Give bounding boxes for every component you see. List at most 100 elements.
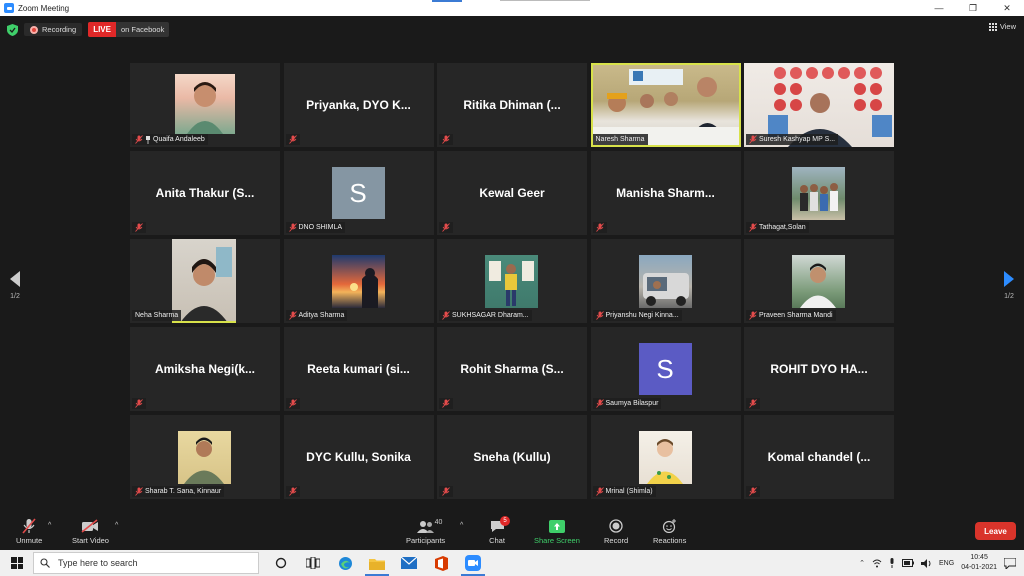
participant-tile[interactable]: Sneha (Kullu) xyxy=(437,415,587,499)
participant-tile[interactable]: S Saumya Bilaspur xyxy=(590,327,741,411)
participant-label xyxy=(439,134,453,145)
participant-tile[interactable]: DYC Kullu, Sonika xyxy=(283,415,434,499)
participant-tile[interactable]: Quaifa Andaleeb xyxy=(130,63,280,147)
muted-mic-icon xyxy=(442,223,450,232)
unmute-button[interactable]: Unmute xyxy=(16,518,42,545)
start-video-button[interactable]: Start Video xyxy=(72,518,109,545)
participant-tile[interactable]: S DNO SHIMLA xyxy=(283,151,434,235)
chat-button[interactable]: 5 Chat xyxy=(488,516,510,545)
participant-tile[interactable]: Tathagat,Solan xyxy=(744,151,894,235)
record-icon xyxy=(607,518,625,534)
participant-tile[interactable]: Priyanshu Negi Kinna... xyxy=(590,239,741,323)
page-prev-button[interactable]: 1/2 xyxy=(10,271,20,300)
participant-display-name: Manisha Sharm... xyxy=(616,186,715,200)
chat-icon: 5 xyxy=(488,516,510,534)
cortana-icon[interactable] xyxy=(265,550,297,576)
view-button[interactable]: View xyxy=(988,22,1016,31)
taskbar-clock[interactable]: 10:45 04-01-2021 xyxy=(961,553,997,573)
participant-video xyxy=(792,167,845,220)
page-next-button[interactable]: 1/2 xyxy=(1004,271,1014,300)
participant-tile[interactable]: Sharab T. Sana, Kinnaur xyxy=(130,415,280,499)
battery-icon[interactable] xyxy=(902,559,915,567)
mail-icon[interactable] xyxy=(393,550,425,576)
participant-display-name: Komal chandel (... xyxy=(767,450,871,464)
participant-tile[interactable]: Praveen Sharma Mandi xyxy=(744,239,894,323)
participants-count: 40 xyxy=(434,519,443,526)
participant-label xyxy=(132,222,146,233)
video-options-caret[interactable]: ^ xyxy=(115,522,118,529)
speaker-icon[interactable] xyxy=(921,558,932,568)
share-screen-button[interactable]: Share Screen xyxy=(534,518,580,545)
participant-label: Aditya Sharma xyxy=(285,310,348,321)
participant-label: Praveen Sharma Mandi xyxy=(746,310,836,321)
reactions-button[interactable]: Reactions xyxy=(653,518,686,545)
gallery-grid-icon xyxy=(988,22,997,31)
participant-tile[interactable]: Suresh Kashyap MP S... xyxy=(744,63,894,147)
participant-tile[interactable]: Ritika Dhiman (... xyxy=(437,63,587,147)
tray-expand-icon[interactable]: ⌃ xyxy=(859,559,865,567)
participant-name: Suresh Kashyap MP S... xyxy=(759,136,836,143)
taskbar-search-box[interactable]: Type here to search xyxy=(33,552,259,574)
participant-tile[interactable]: Priyanka, DYO K... xyxy=(283,63,434,147)
muted-mic-icon xyxy=(442,135,450,144)
live-badge: LIVE xyxy=(88,22,116,37)
share-screen-label: Share Screen xyxy=(534,536,580,545)
office-icon[interactable] xyxy=(425,550,457,576)
restore-button[interactable]: ❐ xyxy=(956,0,990,16)
live-stream-indicator[interactable]: LIVE on Facebook xyxy=(88,22,170,37)
zoom-taskbar-icon[interactable] xyxy=(457,550,489,576)
muted-mic-icon xyxy=(288,487,297,496)
recording-indicator[interactable]: Recording xyxy=(24,23,83,36)
task-view-icon[interactable] xyxy=(297,550,329,576)
participant-tile[interactable]: Reeta kumari (si... xyxy=(283,327,434,411)
muted-mic-icon xyxy=(749,223,757,232)
participant-tile[interactable]: Neha Sharma xyxy=(130,239,280,323)
participant-tile[interactable]: Mrinal (Shimla) xyxy=(590,415,741,499)
windows-start-icon[interactable] xyxy=(11,557,23,569)
participant-video xyxy=(331,255,385,308)
muted-mic-icon xyxy=(442,487,450,496)
audio-options-caret[interactable]: ^ xyxy=(48,522,51,529)
record-dot-icon xyxy=(30,25,38,34)
participants-label: Participants xyxy=(406,536,446,545)
muted-mic-icon xyxy=(135,487,143,496)
leave-meeting-button[interactable]: Leave xyxy=(975,522,1016,540)
participant-label: Quaifa Andaleeb xyxy=(132,134,208,145)
participant-tile[interactable]: Kewal Geer xyxy=(437,151,587,235)
reactions-icon xyxy=(661,518,679,534)
participant-tile-active-speaker[interactable]: Naresh Sharma xyxy=(590,63,741,147)
participant-tile[interactable]: Amiksha Negi(k... xyxy=(130,327,280,411)
participant-video xyxy=(178,431,231,484)
participant-label: Naresh Sharma xyxy=(592,134,648,145)
microphone-icon[interactable] xyxy=(889,558,895,568)
participant-video xyxy=(172,239,236,323)
participant-tile[interactable]: Komal chandel (... xyxy=(744,415,894,499)
participant-tile[interactable]: Anita Thakur (S... xyxy=(130,151,280,235)
minimize-button[interactable]: — xyxy=(922,0,956,16)
notification-icon[interactable] xyxy=(1004,557,1016,569)
wifi-icon[interactable] xyxy=(872,559,882,568)
record-button[interactable]: Record xyxy=(604,518,628,545)
file-explorer-icon[interactable] xyxy=(361,550,393,576)
shield-icon[interactable] xyxy=(6,23,18,36)
participant-label xyxy=(746,398,760,409)
muted-mic-icon xyxy=(288,135,297,144)
participant-name: Mrinal (Shimla) xyxy=(605,488,653,495)
participant-tile[interactable]: Rohit Sharma (S... xyxy=(437,327,587,411)
participant-display-name: Sneha (Kullu) xyxy=(473,450,551,464)
participant-display-name: ROHIT DYO HA... xyxy=(770,362,868,376)
participants-button[interactable]: 40 Participants xyxy=(406,518,445,545)
participant-tile[interactable]: SUKHSAGAR Dharam... xyxy=(437,239,587,323)
edge-browser-icon[interactable] xyxy=(329,550,361,576)
arrow-left-icon xyxy=(10,271,20,287)
participant-tile[interactable]: ROHIT DYO HA... xyxy=(744,327,894,411)
keyboard-language[interactable]: ENG xyxy=(939,560,954,567)
muted-mic-icon xyxy=(288,399,297,408)
close-button[interactable]: ✕ xyxy=(990,0,1024,16)
participant-tile[interactable]: Manisha Sharm... xyxy=(590,151,741,235)
participant-display-name: Priyanka, DYO K... xyxy=(306,98,411,112)
meeting-toolbar: Unmute ^ Start Video ^ 40 Participants ^… xyxy=(0,516,1024,550)
participant-tile[interactable]: Aditya Sharma xyxy=(283,239,434,323)
participants-options-caret[interactable]: ^ xyxy=(460,522,463,529)
window-titlebar: Zoom Meeting — ❐ ✕ xyxy=(0,0,1024,16)
